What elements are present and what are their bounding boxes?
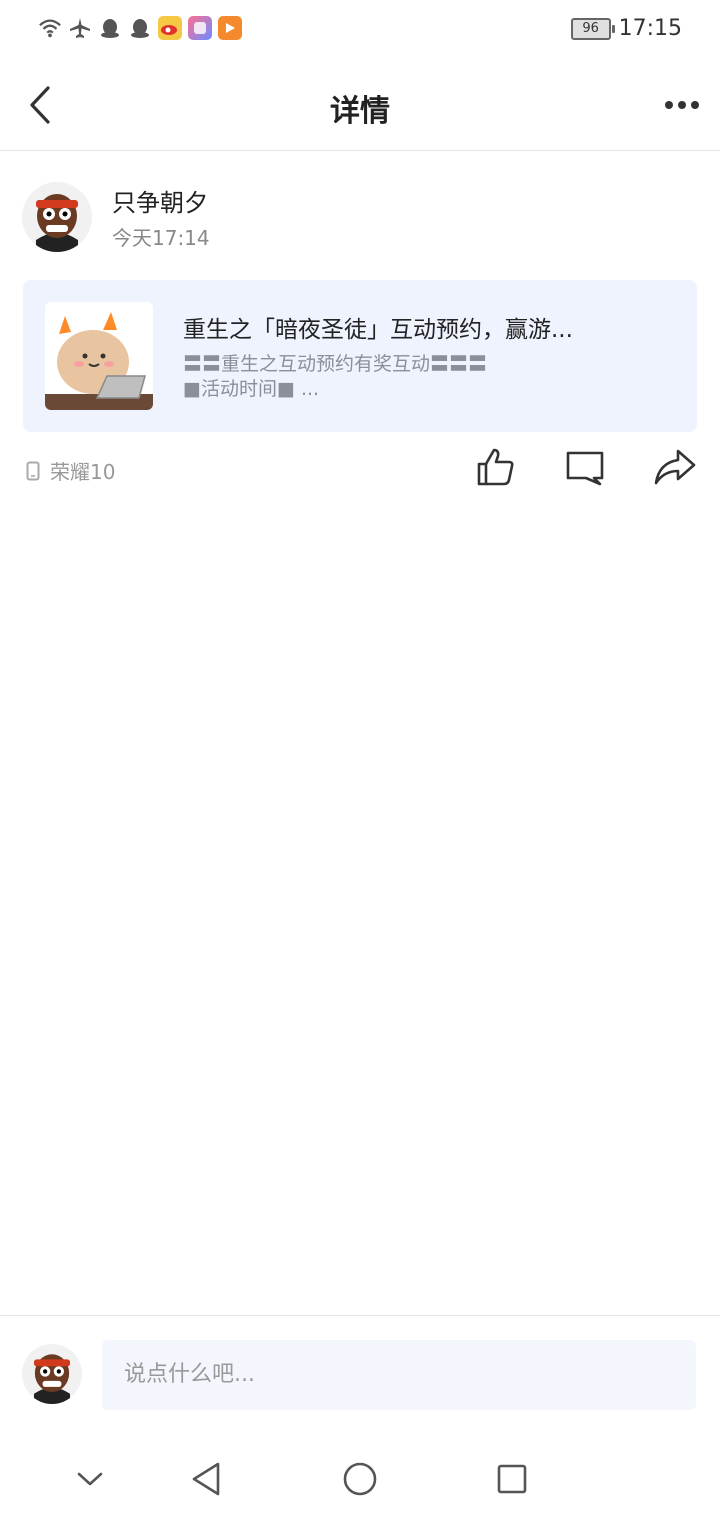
square-recents-icon <box>497 1464 527 1494</box>
video-app-icon <box>218 16 242 40</box>
share-button[interactable] <box>652 444 698 490</box>
card-title: 重生之「暗夜圣徒」互动预约，赢游... <box>183 317 573 343</box>
divider <box>0 1315 720 1316</box>
comment-input[interactable]: 说点什么吧... <box>102 1340 696 1410</box>
current-user-avatar <box>22 1344 82 1404</box>
card-description: 〓〓重生之互动预约有奖互动〓〓〓 ■活动时间■ ... <box>183 352 673 402</box>
wifi-icon <box>38 16 62 40</box>
battery-indicator: 96 <box>570 17 615 40</box>
nav-collapse-button[interactable] <box>65 1454 115 1504</box>
nav-home-button[interactable] <box>335 1454 385 1504</box>
nav-back-button[interactable] <box>181 1454 231 1504</box>
post-time: 今天17:14 <box>112 226 210 250</box>
more-button[interactable] <box>662 90 702 120</box>
page-title: 详情 <box>330 94 390 129</box>
status-right: 96 17:15 <box>570 16 682 41</box>
top-bar: 详情 <box>0 60 720 151</box>
comment-icon <box>566 451 604 486</box>
share-icon <box>654 449 696 485</box>
more-icon <box>665 101 699 109</box>
post-card[interactable]: 重生之「暗夜圣徒」互动预约，赢游... 〓〓重生之互动预约有奖互动〓〓〓 ■活动… <box>23 280 697 432</box>
qq-icon <box>128 16 152 40</box>
system-nav-bar <box>0 1440 720 1520</box>
author-avatar-wrap[interactable] <box>22 182 92 252</box>
clock: 17:15 <box>618 16 682 41</box>
phone-icon <box>26 461 40 480</box>
app-icon <box>188 16 212 40</box>
card-thumbnail <box>45 302 153 410</box>
nav-recents-button[interactable] <box>487 1454 537 1504</box>
device-info: 荣耀10 <box>26 456 115 485</box>
avatar[interactable] <box>22 182 92 252</box>
like-button[interactable] <box>472 444 518 490</box>
card-desc-line-2: ■活动时间■ ... <box>183 378 320 400</box>
status-bar: 96 17:15 <box>0 0 720 60</box>
status-icons <box>38 16 242 40</box>
comment-button[interactable] <box>562 444 608 490</box>
circle-home-icon <box>343 1462 377 1496</box>
weibo-icon <box>158 16 182 40</box>
qq-icon <box>98 16 122 40</box>
device-label: 荣耀10 <box>50 460 116 484</box>
airplane-icon <box>68 16 92 40</box>
card-desc-line-1: 〓〓重生之互动预约有奖互动〓〓〓 <box>183 353 488 375</box>
chevron-down-icon <box>77 1472 103 1486</box>
author-name[interactable]: 只争朝夕 <box>112 183 208 218</box>
thumbs-up-icon <box>477 448 514 486</box>
triangle-back-icon <box>192 1462 220 1496</box>
